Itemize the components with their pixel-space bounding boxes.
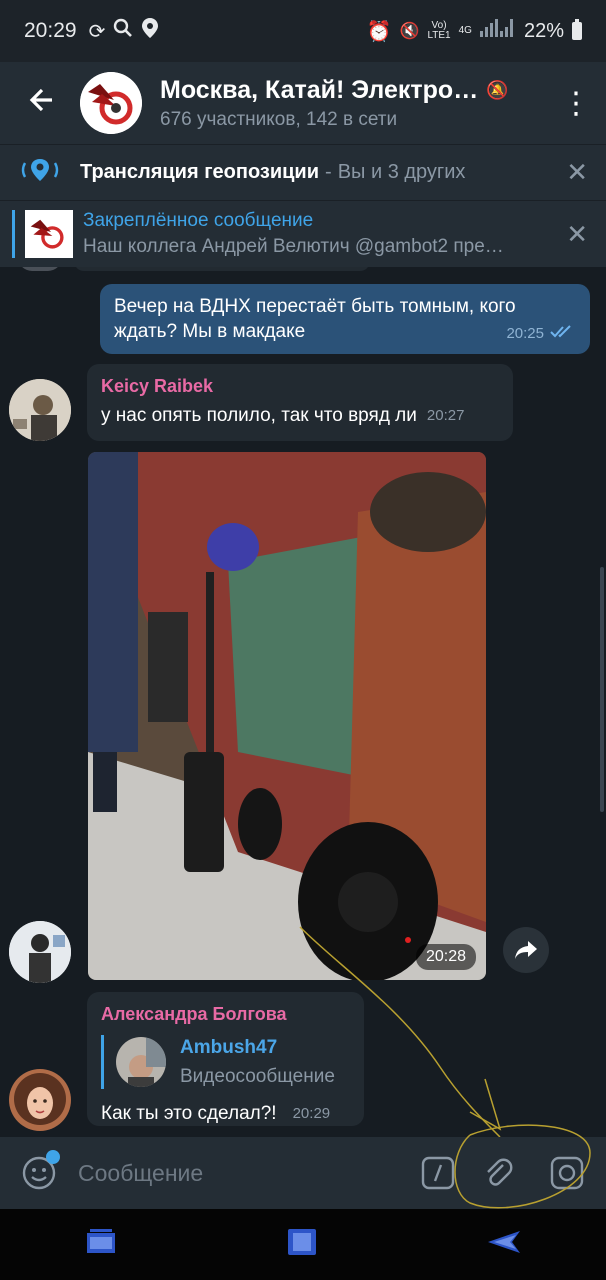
close-pinned-icon[interactable]: ✕	[566, 219, 588, 250]
chat-title[interactable]: Москва, Катай! Электро… 🔕	[160, 76, 546, 105]
pinned-accent-bar	[12, 210, 15, 258]
live-location-icon	[20, 157, 60, 189]
volte-label: Vo) LTE1	[427, 21, 450, 41]
network-4g-label: 4G	[458, 25, 472, 36]
home-icon[interactable]	[285, 1227, 319, 1262]
more-menu-icon[interactable]: ⋮	[546, 86, 606, 121]
signal-icon	[479, 19, 516, 43]
volte-bottom: LTE1	[427, 30, 451, 41]
live-location-separator: -	[325, 161, 332, 183]
pinned-thumbnail	[25, 210, 73, 258]
chat-avatar[interactable]	[80, 72, 142, 134]
chat-subtitle: 676 участников, 142 в сети	[160, 108, 398, 130]
back-arrow-icon[interactable]	[0, 84, 80, 123]
drawn-annotation	[299, 926, 502, 1137]
back-nav-icon[interactable]	[486, 1229, 522, 1260]
live-location-detail: Вы и 3 других	[337, 161, 466, 183]
chat-header: Москва, Катай! Электро… 🔕 676 участников…	[0, 62, 606, 144]
alarm-icon: ⏰	[366, 20, 392, 43]
live-location-label: Трансляция геопозиции	[80, 161, 320, 183]
message-input-bar	[0, 1124, 606, 1209]
message-list[interactable]: Вечер на ВДНХ перестаёт быть томным, ког…	[0, 267, 606, 1137]
close-live-location-icon[interactable]: ✕	[566, 157, 588, 188]
live-location-bar[interactable]: Трансляция геопозиции - Вы и 3 других ✕	[0, 144, 606, 200]
vibrate-mute-icon: 🔇	[399, 23, 420, 40]
pinned-message-bar[interactable]: Закреплённое сообщение Наш коллега Андре…	[0, 201, 606, 267]
status-bar: 20:29 ⟳ ⏰ 🔇 Vo) LTE1 4G 22%	[0, 0, 606, 62]
recent-apps-icon[interactable]	[84, 1229, 118, 1260]
search-status-icon	[113, 18, 133, 44]
message-input[interactable]	[78, 1159, 408, 1187]
battery-percent: 22%	[523, 19, 564, 42]
location-status-icon	[141, 17, 159, 45]
status-time: 20:29	[24, 19, 77, 42]
drawn-circle-annotation	[454, 1124, 591, 1209]
sync-icon: ⟳	[88, 20, 106, 43]
emoji-button[interactable]	[0, 1150, 78, 1190]
pinned-title: Закреплённое сообщение	[83, 210, 314, 231]
emoji-notification-dot	[46, 1150, 60, 1164]
system-nav-bar	[0, 1209, 606, 1280]
muted-icon: 🔕	[486, 79, 509, 100]
pinned-text: Наш коллега Андрей Велютич @gambot2 пре…	[83, 236, 504, 257]
chat-title-text: Москва, Катай! Электро…	[160, 75, 479, 104]
battery-icon	[572, 19, 582, 40]
